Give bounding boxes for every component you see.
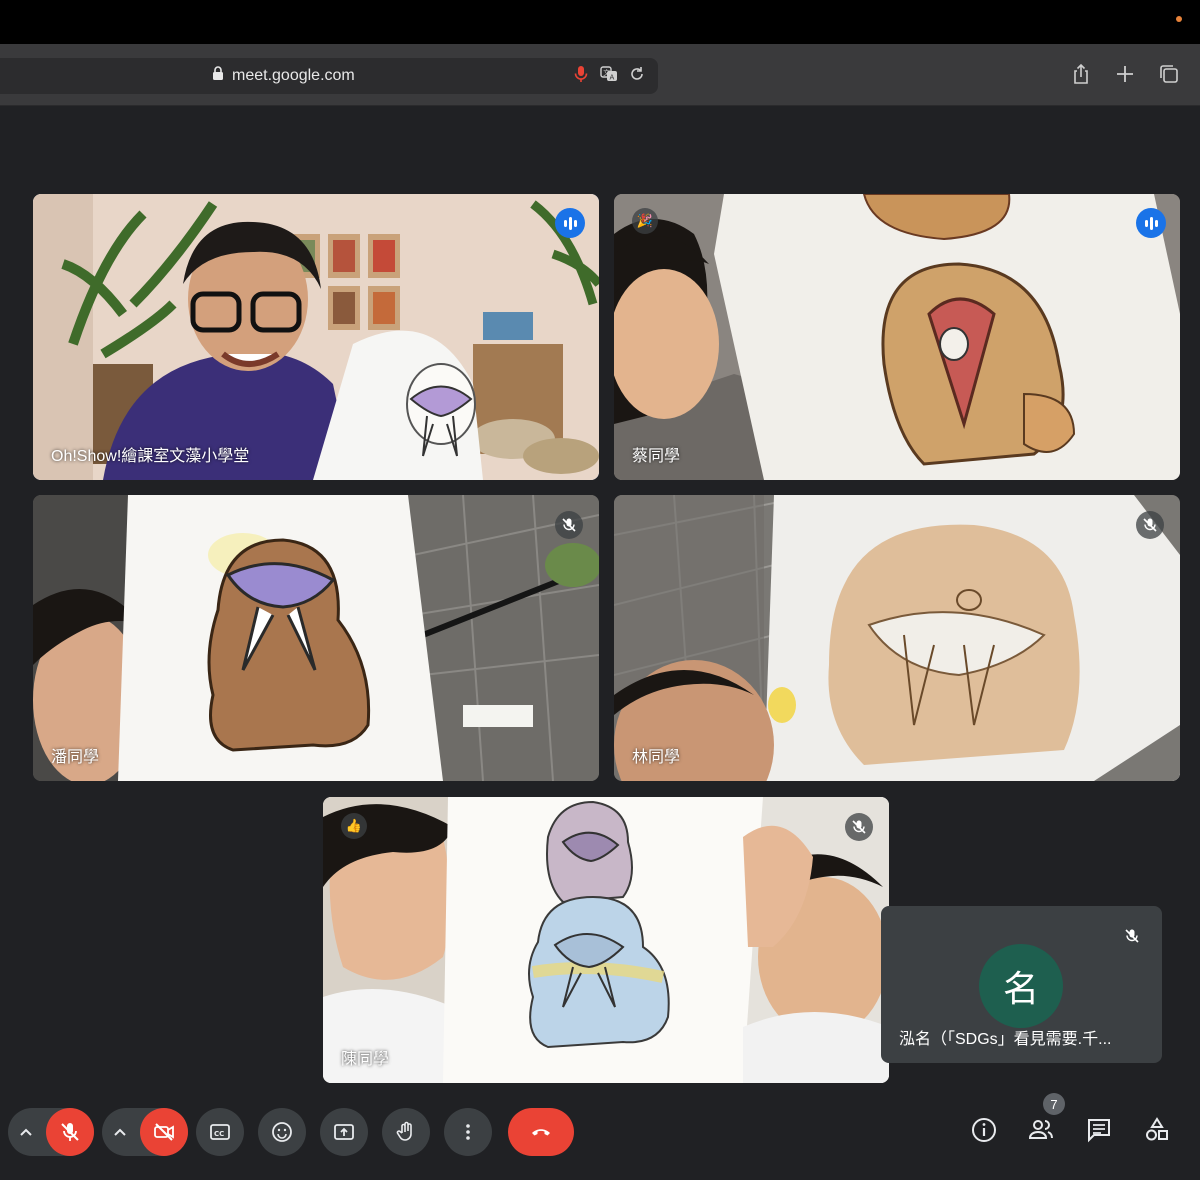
participant-name: 林同學 [632,749,681,766]
participant-tile[interactable]: 🎉 蔡同學 [614,194,1180,480]
avatar: 名 [979,944,1063,1028]
participant-tile-host[interactable]: Oh!Show!繪課室文藻小學堂 [33,194,599,480]
video-feed [614,194,1180,480]
participant-count-badge: 7 [1043,1093,1065,1115]
participant-name: 蔡同學 [632,448,681,465]
hang-up-icon [532,1129,550,1136]
mic-recording-icon[interactable] [572,65,590,88]
url-text: meet.google.com [232,67,355,84]
raise-hand-icon [396,1121,412,1141]
people-icon [1028,1120,1053,1139]
svg-text:CC: CC [214,1130,224,1138]
video-feed [33,194,599,480]
info-icon [972,1118,996,1142]
video-feed [33,495,599,781]
chat-button[interactable] [1085,1116,1113,1144]
muted-mic-icon [1118,922,1146,950]
emoji-icon [272,1122,292,1142]
thumbs-up-icon: 👍 [341,813,367,839]
camera-indicator-dot [1176,16,1182,22]
meeting-info-button[interactable] [970,1116,998,1144]
browser-toolbar: meet.google.com 文A [0,44,1200,106]
speaking-indicator-icon [555,208,585,238]
party-popper-icon: 🎉 [632,208,658,234]
raise-hand-button[interactable] [382,1108,430,1156]
muted-mic-icon [1136,511,1164,539]
activities-button[interactable] [1143,1116,1171,1144]
shapes-icon [1146,1117,1168,1141]
chevron-up-icon[interactable] [110,1122,130,1142]
address-bar[interactable]: meet.google.com 文A [0,58,658,94]
camera-toggle-button[interactable] [102,1108,188,1156]
more-options-button[interactable] [444,1108,492,1156]
translate-icon[interactable]: 文A [600,65,618,88]
muted-mic-icon [845,813,873,841]
speaking-indicator-icon [1136,208,1166,238]
more-vert-icon [466,1124,470,1140]
captions-button[interactable]: CC [196,1108,244,1156]
people-button[interactable] [1027,1116,1055,1144]
participant-tile[interactable]: 林同學 [614,495,1180,781]
chat-icon [1088,1119,1110,1143]
participant-name: 陳同學 [341,1051,390,1068]
chevron-up-icon[interactable] [16,1122,36,1142]
participant-name: Oh!Show!繪課室文藻小學堂 [51,448,250,465]
mic-off-icon [46,1108,94,1156]
muted-mic-icon [555,511,583,539]
present-icon [334,1124,354,1140]
tabs-overview-icon[interactable] [1158,63,1180,90]
share-icon[interactable] [1070,63,1092,90]
reactions-button[interactable] [258,1108,306,1156]
participant-tile[interactable]: 👍 陳同學 [323,797,889,1083]
new-tab-icon[interactable] [1114,63,1136,90]
system-top-bar [0,0,1200,44]
participant-tile-camera-off[interactable]: 名 泓名（「SDGs」看見需要.千... [881,906,1162,1063]
participant-name: 潘同學 [51,749,100,766]
present-screen-button[interactable] [320,1108,368,1156]
video-feed [323,797,889,1083]
meeting-controls: CC [0,1104,1200,1160]
participant-tile[interactable]: 潘同學 [33,495,599,781]
reload-icon[interactable] [628,65,646,88]
svg-text:A: A [610,73,615,81]
camera-off-icon [140,1108,188,1156]
closed-captions-icon: CC [210,1124,230,1140]
lock-icon [212,66,224,86]
mic-toggle-button[interactable] [8,1108,94,1156]
participant-name: 泓名（「SDGs」看見需要.千... [899,1031,1112,1048]
leave-call-button[interactable] [508,1108,574,1156]
video-feed [614,495,1180,781]
